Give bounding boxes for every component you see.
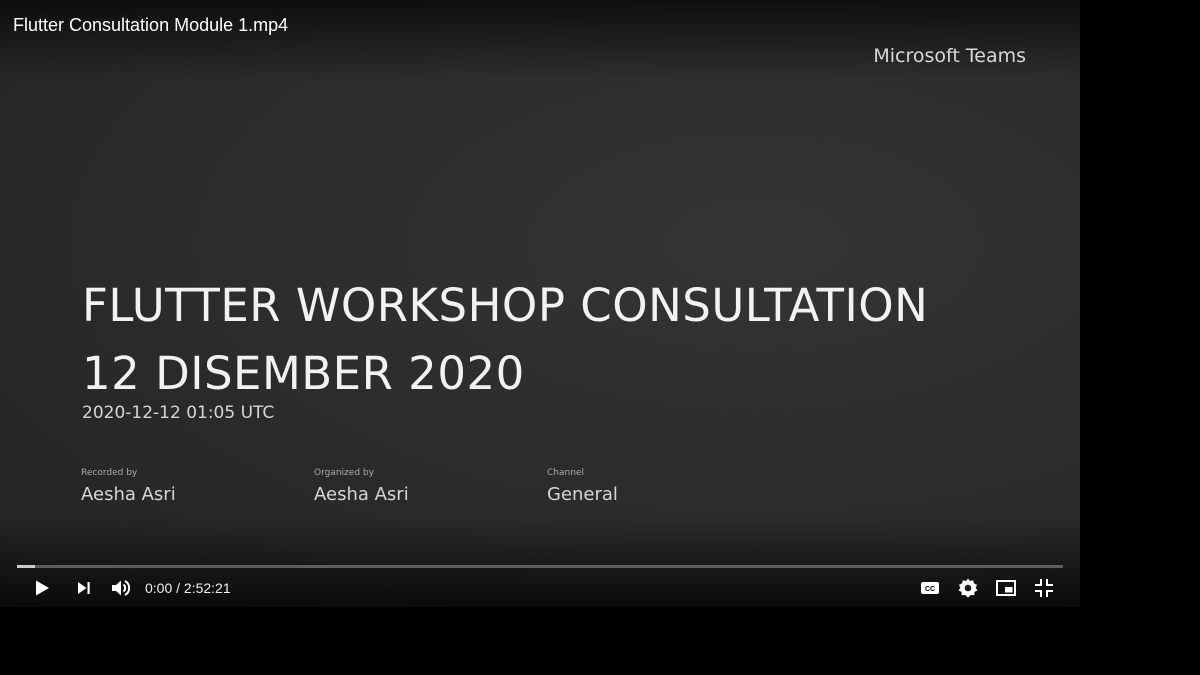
meta-value: Aesha Asri bbox=[81, 484, 176, 505]
settings-button[interactable] bbox=[950, 570, 986, 606]
exit-fullscreen-icon bbox=[1035, 579, 1053, 597]
meta-value: General bbox=[547, 484, 618, 505]
svg-text:CC: CC bbox=[925, 586, 935, 593]
slide-brand: Microsoft Teams bbox=[873, 45, 1026, 67]
miniplayer-button[interactable] bbox=[988, 570, 1024, 606]
video-player[interactable]: Flutter Consultation Module 1.mp4 Micros… bbox=[0, 0, 1080, 607]
current-time: 0:00 bbox=[145, 580, 173, 596]
meta-label: Organized by bbox=[314, 468, 374, 478]
video-title: Flutter Consultation Module 1.mp4 bbox=[13, 15, 289, 35]
meta-label: Channel bbox=[547, 468, 584, 478]
meta-organized-by: Organized by Aesha Asri bbox=[314, 468, 409, 505]
duration: 2:52:21 bbox=[183, 580, 231, 596]
play-icon bbox=[36, 580, 49, 596]
time-display: 0:00 / 2:52:21 bbox=[145, 580, 231, 596]
slide-title: FLUTTER WORKSHOP CONSULTATION 12 DISEMBE… bbox=[82, 272, 928, 408]
captions-icon: CC bbox=[921, 582, 939, 594]
play-button[interactable] bbox=[23, 570, 59, 606]
captions-button[interactable]: CC bbox=[912, 570, 948, 606]
progress-bar[interactable] bbox=[17, 565, 1063, 568]
next-button[interactable] bbox=[66, 570, 102, 606]
volume-button[interactable] bbox=[103, 570, 139, 606]
slide-title-line1: FLUTTER WORKSHOP CONSULTATION bbox=[82, 279, 929, 332]
meta-channel: Channel General bbox=[547, 468, 618, 505]
slide-title-line2: 12 DISEMBER 2020 bbox=[82, 347, 525, 400]
next-icon bbox=[78, 582, 90, 594]
settings-icon bbox=[958, 578, 978, 598]
meta-recorded-by: Recorded by Aesha Asri bbox=[81, 468, 176, 505]
meta-label: Recorded by bbox=[81, 468, 138, 478]
slide-timestamp: 2020-12-12 01:05 UTC bbox=[82, 403, 275, 423]
miniplayer-icon bbox=[996, 580, 1016, 596]
progress-played bbox=[17, 565, 35, 568]
exit-fullscreen-button[interactable] bbox=[1026, 570, 1062, 606]
top-gradient bbox=[0, 0, 1080, 80]
meta-value: Aesha Asri bbox=[314, 484, 409, 505]
time-separator: / bbox=[176, 580, 181, 596]
control-bar: 0:00 / 2:52:21 CC bbox=[0, 570, 1080, 606]
volume-icon bbox=[112, 580, 131, 596]
